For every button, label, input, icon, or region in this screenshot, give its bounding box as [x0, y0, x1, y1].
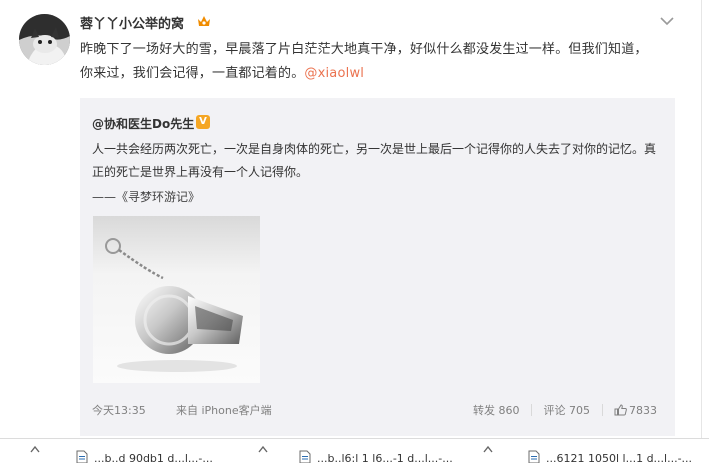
verified-badge: V — [196, 115, 210, 129]
download-item[interactable]: ...b..l6:l 1 l6...-1 d...l...-... — [299, 447, 475, 463]
avatar-cat-image — [19, 14, 70, 65]
chevron-up-icon[interactable] — [30, 445, 40, 453]
file-icon — [528, 450, 540, 463]
repost-button[interactable]: 转发 860 — [473, 402, 520, 418]
like-button[interactable]: 7833 — [614, 404, 657, 417]
chevron-up-icon[interactable] — [483, 445, 493, 453]
comment-button[interactable]: 评论 705 — [544, 402, 591, 418]
whistle-photo[interactable] — [93, 216, 260, 383]
mention-link[interactable]: @xiaolwl — [304, 66, 364, 81]
post-text: 昨晚下了一场好大的雪，早晨落了片白茫茫大地真干净，好似什么都没发生过一样。但我们… — [80, 38, 650, 85]
thumbs-up-icon — [614, 404, 627, 416]
post-time[interactable]: 今天13:35 — [92, 402, 146, 418]
download-name: ...b..d 90db1 d...l...-... — [94, 452, 213, 463]
repost-author[interactable]: @协和医生Do先生 — [92, 115, 194, 132]
whistle-image — [93, 216, 260, 383]
download-item[interactable]: ...6121 1050l l...1 d...l...-... — [528, 447, 709, 463]
repost-text: 人一共会经历两次死亡，一次是自身肉体的死亡，另一次是世上最后一个记得你的人失去了… — [92, 142, 657, 179]
weibo-post-card: 蓉丫丫小公举的窝 昨晚下了一场好大的雪，早晨落了片白茫茫大地真干净，好似什么都没… — [0, 0, 702, 438]
repost-box: @协和医生Do先生 V 人一共会经历两次死亡，一次是自身肉体的死亡，另一次是世上… — [80, 98, 675, 436]
file-icon — [76, 450, 88, 463]
download-item[interactable]: ...b..d 90db1 d...l...-... — [76, 447, 248, 463]
action-bar: 转发 860 评论 705 7833 — [465, 402, 657, 418]
username[interactable]: 蓉丫丫小公举的窝 — [80, 13, 184, 32]
separator — [601, 404, 603, 416]
chevron-up-icon[interactable] — [258, 445, 268, 453]
repost-footer: 今天13:35 来自 iPhone客户端 转发 860 评论 705 7833 — [92, 400, 657, 420]
avatar[interactable] — [19, 14, 70, 65]
repost-citation: ——《寻梦环游记》 — [92, 190, 201, 204]
post-source[interactable]: 来自 iPhone客户端 — [176, 402, 272, 418]
separator — [531, 404, 532, 416]
crown-icon[interactable] — [197, 15, 211, 28]
download-name: ...6121 1050l l...1 d...l...-... — [546, 452, 693, 463]
like-count: 7833 — [629, 404, 657, 417]
file-icon — [299, 450, 311, 463]
download-name: ...b..l6:l 1 l6...-1 d...l...-... — [317, 452, 453, 463]
chevron-down-icon[interactable] — [659, 14, 675, 28]
download-bar: ...b..d 90db1 d...l...-... ...b..l6:l 1 … — [0, 438, 709, 463]
